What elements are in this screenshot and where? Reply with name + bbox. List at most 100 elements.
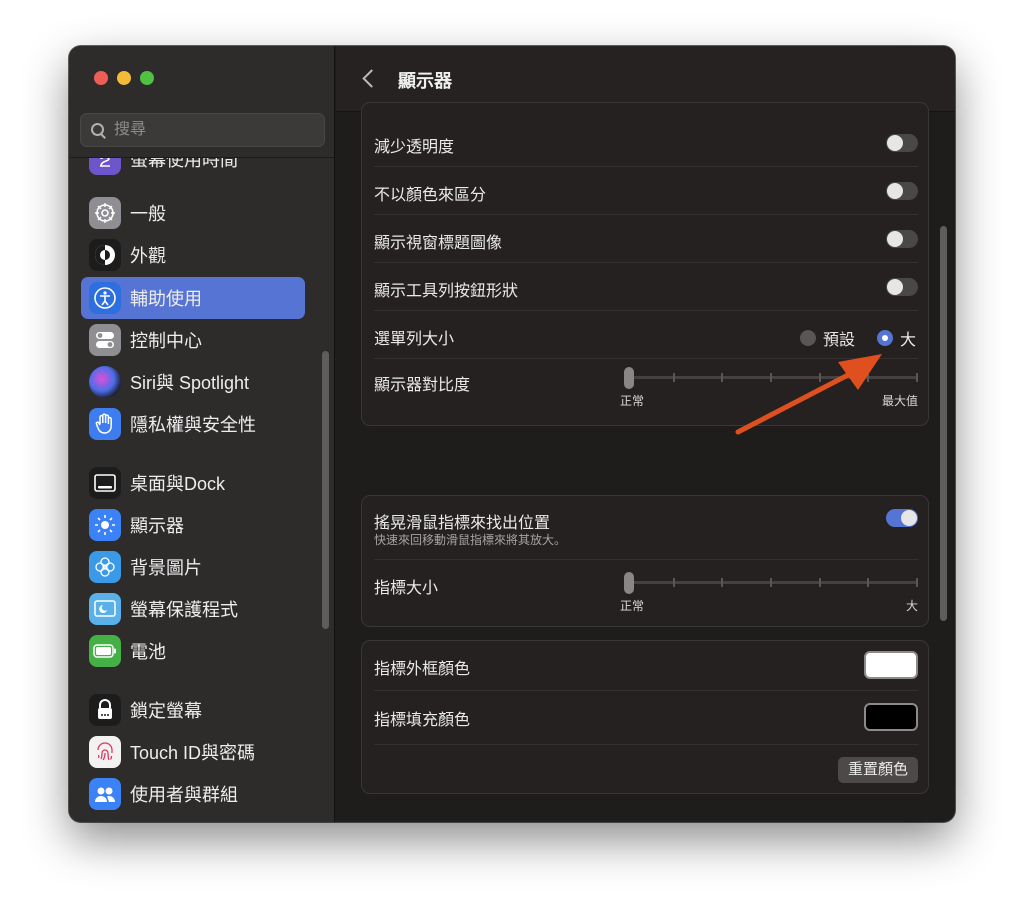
setting-row: 指標外框顏色 <box>374 641 918 691</box>
sidebar-item-touch-id[interactable]: Touch ID與密碼 <box>81 731 305 773</box>
slider-tick <box>721 578 723 587</box>
setting-row: 顯示器對比度 正常 最大值 <box>374 359 918 423</box>
sidebar-item-label: 鎖定螢幕 <box>130 701 202 721</box>
main-panel: 顯示器 減少透明度 不以顏色來區分 顯示視窗標題圖像 顯示工具列按鈕形狀 選單列… <box>336 46 955 822</box>
reset-colors-button[interactable]: 重置顏色 <box>837 757 918 783</box>
slider-thumb[interactable] <box>624 367 634 389</box>
show-toolbar-button-shapes-toggle[interactable] <box>886 278 918 296</box>
reduce-transparency-label: 減少透明度 <box>374 139 455 156</box>
sidebar-item-label: Touch ID與密碼 <box>130 743 256 763</box>
slider-max-label: 大 <box>905 599 918 613</box>
sidebar-item-general[interactable]: 一般 <box>81 192 305 234</box>
sidebar-item-accessibility[interactable]: 輔助使用 <box>81 277 305 319</box>
setting-row: 重置顏色 <box>374 745 918 793</box>
slider-tick <box>721 373 723 382</box>
setting-row: 指標大小 正常 大 <box>374 560 918 626</box>
pointer-size-slider[interactable]: 正常 大 <box>620 569 918 613</box>
sidebar-item-privacy-security[interactable]: 隱私權與安全性 <box>81 403 305 445</box>
dock-icon <box>89 467 121 499</box>
sidebar-item-label: 使用者與群組 <box>130 785 238 805</box>
pointer-group: 搖晃滑鼠指標來找出位置 快速來回移動滑鼠指標來將其放大。 指標大小 正常 大 <box>361 495 929 627</box>
slider-thumb[interactable] <box>624 572 634 594</box>
sidebar-item-label: 外觀 <box>130 246 166 266</box>
sidebar-item-label: 一般 <box>130 204 166 224</box>
radio-default[interactable] <box>800 330 816 346</box>
pointer-colors-group: 指標外框顏色 指標填充顏色 重置顏色 <box>361 640 929 794</box>
pointer-outline-color-label: 指標外框顏色 <box>374 661 471 678</box>
pointer-fill-color-well[interactable] <box>864 703 918 731</box>
pointer-size-label: 指標大小 <box>374 580 439 597</box>
show-window-title-icons-toggle[interactable] <box>886 230 918 248</box>
minimize-button[interactable] <box>117 71 131 85</box>
slider-tick <box>673 373 675 382</box>
siri-icon <box>89 366 121 398</box>
menu-bar-size-label: 選單列大小 <box>374 331 455 348</box>
slider-tick <box>770 578 772 587</box>
slider-tick <box>867 373 869 382</box>
sidebar-item-label: 桌面與Dock <box>130 474 226 494</box>
slider-tick <box>916 578 918 587</box>
reduce-transparency-toggle[interactable] <box>886 134 918 152</box>
sidebar-item-wallpaper[interactable]: 背景圖片 <box>81 546 305 588</box>
setting-row: 顯示工具列按鈕形狀 <box>374 263 918 311</box>
slider-tick <box>916 373 918 382</box>
display-contrast-slider[interactable]: 正常 最大值 <box>620 364 918 408</box>
battery-icon <box>89 635 121 667</box>
sidebar-item-desktop-dock[interactable]: 桌面與Dock <box>81 462 305 504</box>
shake-to-locate-description: 快速來回移動滑鼠指標來將其放大。 <box>374 533 567 547</box>
screensaver-icon <box>89 593 121 625</box>
lock-icon <box>89 694 121 726</box>
sidebar-item-battery[interactable]: 電池 <box>81 630 305 672</box>
sidebar-item-screen-saver[interactable]: 螢幕保護程式 <box>81 588 305 630</box>
show-window-title-icons-label: 顯示視窗標題圖像 <box>374 235 503 252</box>
slider-tick <box>867 578 869 587</box>
radio-large-label: 大 <box>900 332 917 349</box>
traffic-lights <box>94 71 154 85</box>
sidebar-scrollbar[interactable] <box>322 351 329 629</box>
slider-max-label: 最大值 <box>881 394 918 408</box>
radio-large[interactable] <box>877 330 893 346</box>
sidebar-item-label: 螢幕保護程式 <box>130 600 238 620</box>
sidebar-item-siri-spotlight[interactable]: Siri與 Spotlight <box>81 361 305 403</box>
appearance-icon <box>89 239 121 271</box>
sidebar-item-label: 顯示器 <box>130 516 184 536</box>
shake-to-locate-toggle[interactable] <box>886 509 918 527</box>
shake-to-locate-label: 搖晃滑鼠指標來找出位置 <box>374 515 551 532</box>
sidebar-item-appearance[interactable]: 外觀 <box>81 234 305 276</box>
search-field[interactable] <box>80 113 325 147</box>
back-chevron-icon[interactable] <box>362 69 381 88</box>
show-toolbar-button-shapes-label: 顯示工具列按鈕形狀 <box>374 283 519 300</box>
sidebar-item-label: 背景圖片 <box>130 558 202 578</box>
search-input[interactable] <box>114 121 304 139</box>
search-divider <box>69 157 334 158</box>
zoom-button[interactable] <box>140 71 154 85</box>
differentiate-without-color-toggle[interactable] <box>886 182 918 200</box>
setting-row: 顯示視窗標題圖像 <box>374 215 918 263</box>
menu-bar-size-default-option[interactable]: 預設 <box>800 326 855 350</box>
pointer-outline-color-well[interactable] <box>864 651 918 679</box>
sidebar-item-users-groups[interactable]: 使用者與群組 <box>81 773 305 815</box>
close-button[interactable] <box>94 71 108 85</box>
gear-icon <box>89 197 121 229</box>
main-scrollbar[interactable] <box>940 226 947 621</box>
menu-bar-size-large-option[interactable]: 大 <box>877 326 916 350</box>
pointer-fill-color-label: 指標填充顏色 <box>374 712 471 729</box>
sidebar-item-label: 電池 <box>130 642 166 662</box>
sidebar: 螢幕使用時間 一般 外觀 輔助使用 控制中心 <box>69 46 335 822</box>
settings-window: 螢幕使用時間 一般 外觀 輔助使用 控制中心 <box>69 46 955 822</box>
display-icon <box>89 509 121 541</box>
sidebar-item-lock-screen[interactable]: 鎖定螢幕 <box>81 689 305 731</box>
sidebar-item-label: 控制中心 <box>130 331 202 351</box>
sidebar-item-displays[interactable]: 顯示器 <box>81 504 305 546</box>
sidebar-item-control-center[interactable]: 控制中心 <box>81 319 305 361</box>
differentiate-without-color-label: 不以顏色來區分 <box>374 187 487 204</box>
sidebar-item-label: Siri與 Spotlight <box>130 373 250 393</box>
sidebar-item-label: 隱私權與安全性 <box>130 415 256 435</box>
setting-row: 指標填充顏色 <box>374 691 918 745</box>
page-title: 顯示器 <box>398 71 452 91</box>
fingerprint-icon <box>89 736 121 768</box>
users-icon <box>89 778 121 810</box>
setting-row: 減少透明度 <box>374 119 918 167</box>
slider-tick <box>770 373 772 382</box>
sidebar-item-label: 螢幕使用時間 <box>130 150 238 170</box>
